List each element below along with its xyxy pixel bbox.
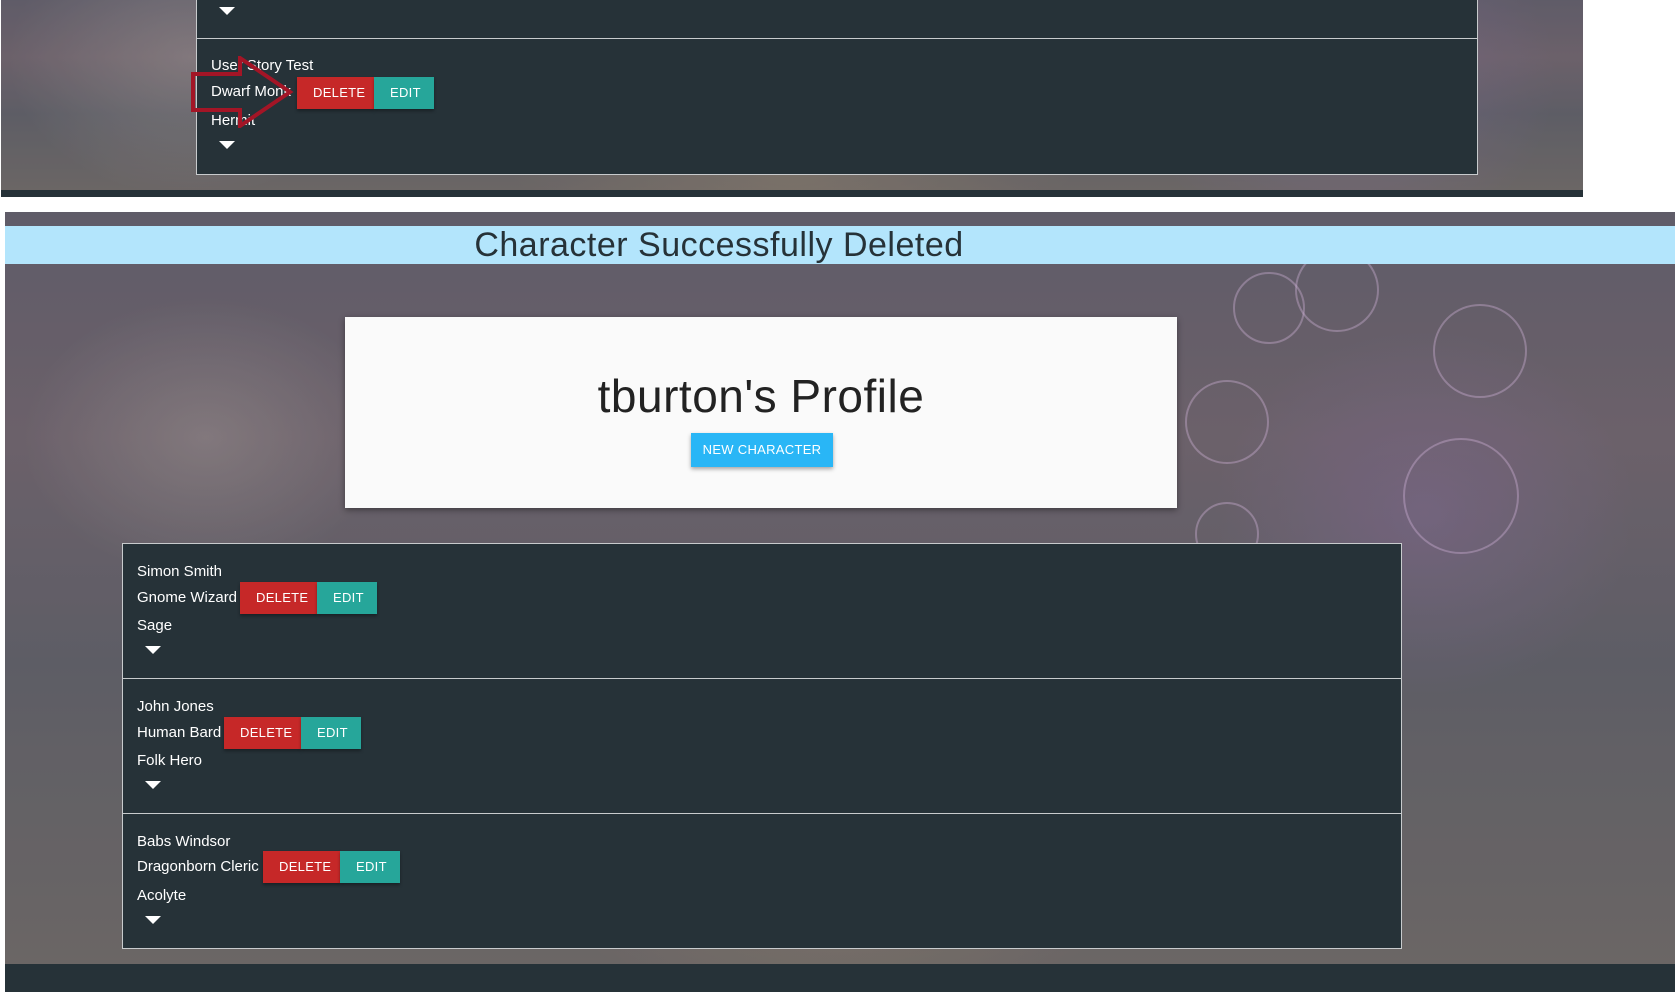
character-background: Folk Hero [137,752,203,769]
footer-bar-top [1,190,1583,197]
character-background: Acolyte [137,887,187,904]
character-list-top: User Story Test Dwarf Monk DELETE EDIT H… [196,0,1478,175]
caret-down-icon[interactable] [219,7,235,15]
character-name: Simon Smith [137,563,223,580]
magic-circle-decoration [1185,380,1269,464]
character-class: Gnome Wizard [137,589,238,606]
character-class: Dragonborn Cleric [137,858,259,875]
caret-down-icon[interactable] [145,646,161,654]
character-background: Sage [137,617,173,634]
delete-button[interactable]: DELETE [297,77,374,109]
caret-down-icon[interactable] [145,916,161,924]
caret-down-icon[interactable] [145,781,161,789]
new-character-button[interactable]: NEW CHARACTER [691,433,833,467]
character-name: John Jones [137,698,214,715]
delete-button[interactable]: DELETE [263,851,340,883]
magic-circle-decoration [1403,438,1519,554]
magic-circle-decoration [1233,272,1305,344]
delete-button[interactable]: DELETE [240,582,317,614]
character-row: Babs Windsor Dragonborn Cleric DELETE ED… [123,814,1401,948]
edit-button[interactable]: EDIT [317,582,377,614]
arrow-pointer-icon [191,56,294,128]
character-row: User Story Test Dwarf Monk DELETE EDIT H… [197,39,1477,175]
edit-button[interactable]: EDIT [301,717,361,749]
success-toast: Character Successfully Deleted [5,226,1675,264]
character-row-previous [197,0,1477,39]
magic-circle-decoration [1433,304,1527,398]
page-footer [5,964,1675,992]
character-row: Simon Smith Gnome Wizard DELETE EDIT Sag… [123,544,1401,679]
character-class: Human Bard [137,724,222,741]
profile-card: tburton's Profile NEW CHARACTER [345,317,1177,508]
character-name: Babs Windsor [137,833,231,850]
character-list: Simon Smith Gnome Wizard DELETE EDIT Sag… [122,543,1402,949]
page-title: tburton's Profile [597,370,925,422]
edit-button[interactable]: EDIT [374,77,434,109]
edit-button[interactable]: EDIT [340,851,400,883]
character-row: John Jones Human Bard DELETE EDIT Folk H… [123,679,1401,814]
caret-down-icon[interactable] [219,141,235,149]
delete-button[interactable]: DELETE [224,717,301,749]
